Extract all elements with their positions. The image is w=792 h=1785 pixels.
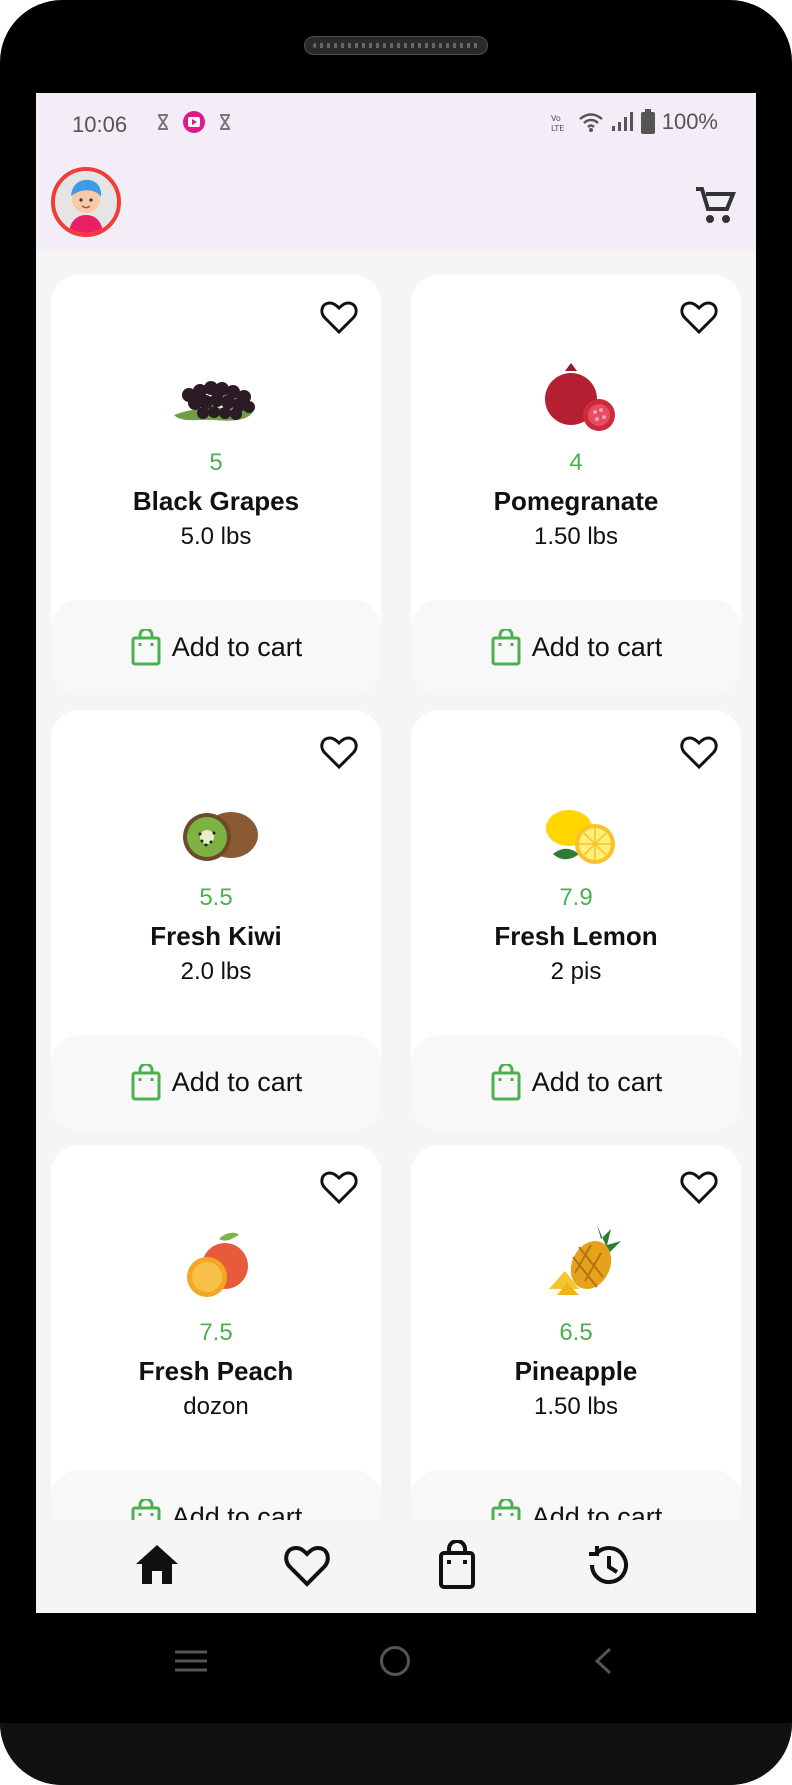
product-quantity: dozon: [183, 1393, 249, 1420]
product-name: Fresh Kiwi: [150, 921, 282, 951]
device-frame: 10:06 Vo LTE 100% 5 Black Grapes 5.0 lbs…: [0, 0, 792, 1785]
product-quantity: 2 pis: [550, 958, 602, 985]
product-card[interactable]: 6.5 Pineapple 1.50 lbs Add to cart: [411, 1145, 741, 1565]
app-bar: [36, 155, 756, 251]
product-quantity: 5.0 lbs: [180, 523, 252, 550]
product-price: 5: [209, 449, 223, 476]
shopping-bag-icon: [131, 1063, 161, 1100]
favorite-heart-icon[interactable]: [319, 297, 359, 337]
video-notification-icon: [183, 111, 205, 133]
shopping-bag-icon: [491, 1063, 521, 1100]
product-price: 4: [569, 449, 583, 476]
product-name: Fresh Lemon: [494, 921, 658, 951]
product-price: 7.9: [559, 884, 593, 911]
product-card[interactable]: 4 Pomegranate 1.50 lbs Add to cart: [411, 275, 741, 695]
shopping-cart-icon[interactable]: [694, 185, 736, 227]
favorite-heart-icon[interactable]: [679, 732, 719, 772]
grapes-image: [174, 381, 255, 421]
favorite-heart-icon[interactable]: [679, 1167, 719, 1207]
product-price: 6.5: [559, 1319, 593, 1346]
peach-image: [187, 1232, 248, 1297]
system-navigation-bar: [0, 1613, 792, 1723]
device-bottom-bezel: [0, 1723, 792, 1785]
pineapple-image: [549, 1225, 621, 1295]
shopping-bag-icon: [131, 628, 161, 665]
product-name: Pineapple: [514, 1356, 638, 1386]
pomegranate-image: [545, 363, 615, 431]
battery-icon: [640, 109, 655, 134]
product-price: 7.5: [199, 1319, 233, 1346]
battery-percentage: 100%: [661, 109, 718, 134]
product-card[interactable]: 7.5 Fresh Peach dozon Add to cart: [51, 1145, 381, 1565]
add-to-cart-label: Add to cart: [171, 1067, 303, 1097]
kiwi-image: [183, 812, 258, 861]
back-icon[interactable]: [590, 1646, 616, 1676]
shopping-bag-icon: [491, 628, 521, 665]
favorite-heart-icon[interactable]: [319, 1167, 359, 1207]
home-icon[interactable]: [132, 1540, 182, 1590]
product-price: 5.5: [199, 884, 233, 911]
product-name: Pomegranate: [493, 486, 659, 516]
favorite-heart-icon[interactable]: [679, 297, 719, 337]
status-bar: 10:06 Vo LTE 100%: [36, 93, 756, 155]
add-to-cart-button[interactable]: Add to cart: [51, 1035, 381, 1130]
product-quantity: 1.50 lbs: [533, 1393, 619, 1420]
notification-app-icon: [158, 114, 168, 130]
add-to-cart-button[interactable]: Add to cart: [411, 600, 741, 695]
heart-icon[interactable]: [282, 1540, 332, 1590]
product-card[interactable]: 5.5 Fresh Kiwi 2.0 lbs Add to cart: [51, 710, 381, 1130]
svg-text:Vo: Vo: [551, 114, 561, 123]
recent-apps-icon[interactable]: [174, 1649, 208, 1673]
profile-avatar[interactable]: [51, 167, 121, 237]
add-to-cart-button[interactable]: Add to cart: [51, 600, 381, 695]
signal-icon: [611, 112, 633, 131]
svg-text:LTE: LTE: [551, 124, 564, 133]
add-to-cart-label: Add to cart: [531, 1067, 663, 1097]
add-to-cart-label: Add to cart: [531, 632, 663, 662]
wifi-icon: [578, 113, 603, 132]
system-icons: Vo LTE 100%: [550, 109, 718, 135]
lemon-image: [546, 810, 615, 864]
product-card[interactable]: 7.9 Fresh Lemon 2 pis Add to cart: [411, 710, 741, 1130]
app-screen: 10:06 Vo LTE 100% 5 Black Grapes 5.0 lbs…: [36, 93, 756, 1613]
product-name: Fresh Peach: [138, 1356, 294, 1386]
product-name: Black Grapes: [132, 486, 300, 516]
bag-icon[interactable]: [432, 1540, 482, 1590]
history-icon[interactable]: [582, 1540, 632, 1590]
favorite-heart-icon[interactable]: [319, 732, 359, 772]
notification-app-icon: [220, 114, 230, 130]
bottom-navigation: [36, 1520, 756, 1613]
product-card[interactable]: 5 Black Grapes 5.0 lbs Add to cart: [51, 275, 381, 695]
add-to-cart-button[interactable]: Add to cart: [411, 1035, 741, 1130]
status-time: 10:06: [72, 112, 128, 137]
avatar-icon: [55, 171, 117, 233]
product-quantity: 1.50 lbs: [533, 523, 619, 550]
add-to-cart-label: Add to cart: [171, 632, 303, 662]
notification-icons: [154, 110, 234, 134]
device-speaker: [304, 36, 488, 55]
volte-icon: VoLTE: [551, 114, 564, 133]
product-quantity: 2.0 lbs: [180, 958, 252, 985]
home-circle-icon[interactable]: [380, 1646, 410, 1676]
